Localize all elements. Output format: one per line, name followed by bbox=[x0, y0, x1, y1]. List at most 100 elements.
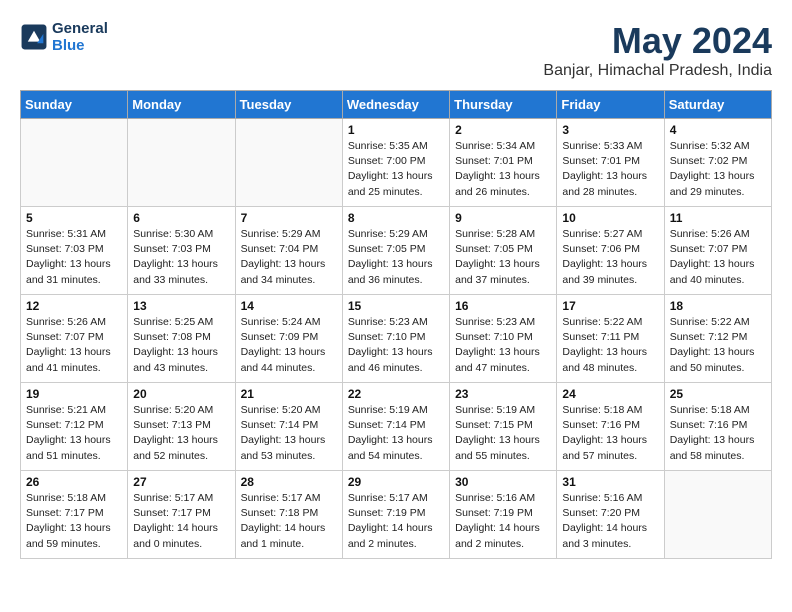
month-title: May 2024 bbox=[543, 20, 772, 62]
day-number: 10 bbox=[562, 211, 658, 225]
day-number: 7 bbox=[241, 211, 337, 225]
day-number: 31 bbox=[562, 475, 658, 489]
day-number: 16 bbox=[455, 299, 551, 313]
day-number: 23 bbox=[455, 387, 551, 401]
day-number: 8 bbox=[348, 211, 444, 225]
calendar-cell: 29 Sunrise: 5:17 AMSunset: 7:19 PMDayligh… bbox=[342, 471, 449, 559]
weekday-header-cell: Friday bbox=[557, 91, 664, 119]
logo: General Blue bbox=[20, 20, 108, 54]
day-info: Sunrise: 5:16 AMSunset: 7:20 PMDaylight:… bbox=[562, 491, 658, 552]
day-number: 18 bbox=[670, 299, 766, 313]
calendar-cell: 9 Sunrise: 5:28 AMSunset: 7:05 PMDaylight… bbox=[450, 207, 557, 295]
weekday-header-cell: Tuesday bbox=[235, 91, 342, 119]
day-info: Sunrise: 5:29 AMSunset: 7:05 PMDaylight:… bbox=[348, 227, 444, 288]
title-block: May 2024 Banjar, Himachal Pradesh, India bbox=[543, 20, 772, 80]
day-number: 6 bbox=[133, 211, 229, 225]
day-info: Sunrise: 5:32 AMSunset: 7:02 PMDaylight:… bbox=[670, 139, 766, 200]
calendar-cell: 2Sunrise: 5:34 AMSunset: 7:01 PMDaylight… bbox=[450, 119, 557, 207]
day-number: 19 bbox=[26, 387, 122, 401]
calendar-cell: 18 Sunrise: 5:22 AMSunset: 7:12 PMDayligh… bbox=[664, 295, 771, 383]
calendar-row: 5Sunrise: 5:31 AMSunset: 7:03 PMDaylight… bbox=[21, 207, 772, 295]
day-info: Sunrise: 5:17 AMSunset: 7:19 PMDaylight:… bbox=[348, 491, 444, 552]
day-number: 15 bbox=[348, 299, 444, 313]
day-info: Sunrise: 5:26 AMSunset: 7:07 PMDaylight:… bbox=[670, 227, 766, 288]
calendar-cell: 23 Sunrise: 5:19 AMSunset: 7:15 PMDayligh… bbox=[450, 383, 557, 471]
calendar-row: 12 Sunrise: 5:26 AMSunset: 7:07 PMDayligh… bbox=[21, 295, 772, 383]
weekday-header-cell: Thursday bbox=[450, 91, 557, 119]
day-info: Sunrise: 5:30 AMSunset: 7:03 PMDaylight:… bbox=[133, 227, 229, 288]
calendar-cell bbox=[235, 119, 342, 207]
calendar-cell: 17 Sunrise: 5:22 AMSunset: 7:11 PMDayligh… bbox=[557, 295, 664, 383]
day-info: Sunrise: 5:17 AMSunset: 7:18 PMDaylight:… bbox=[241, 491, 337, 552]
calendar-body: 1Sunrise: 5:35 AMSunset: 7:00 PMDaylight… bbox=[21, 119, 772, 559]
day-info: Sunrise: 5:18 AMSunset: 7:17 PMDaylight:… bbox=[26, 491, 122, 552]
day-info: Sunrise: 5:19 AMSunset: 7:15 PMDaylight:… bbox=[455, 403, 551, 464]
day-info: Sunrise: 5:29 AMSunset: 7:04 PMDaylight:… bbox=[241, 227, 337, 288]
logo-icon bbox=[20, 23, 48, 51]
weekday-header-cell: Sunday bbox=[21, 91, 128, 119]
day-info: Sunrise: 5:27 AMSunset: 7:06 PMDaylight:… bbox=[562, 227, 658, 288]
day-info: Sunrise: 5:25 AMSunset: 7:08 PMDaylight:… bbox=[133, 315, 229, 376]
weekday-header-cell: Saturday bbox=[664, 91, 771, 119]
day-number: 28 bbox=[241, 475, 337, 489]
weekday-header-cell: Monday bbox=[128, 91, 235, 119]
day-info: Sunrise: 5:31 AMSunset: 7:03 PMDaylight:… bbox=[26, 227, 122, 288]
day-number: 26 bbox=[26, 475, 122, 489]
calendar-cell: 13Sunrise: 5:25 AMSunset: 7:08 PMDayligh… bbox=[128, 295, 235, 383]
day-number: 11 bbox=[670, 211, 766, 225]
calendar-cell: 20Sunrise: 5:20 AMSunset: 7:13 PMDayligh… bbox=[128, 383, 235, 471]
calendar-cell: 10 Sunrise: 5:27 AMSunset: 7:06 PMDayligh… bbox=[557, 207, 664, 295]
calendar-cell: 3Sunrise: 5:33 AMSunset: 7:01 PMDaylight… bbox=[557, 119, 664, 207]
page-header: General Blue May 2024 Banjar, Himachal P… bbox=[20, 20, 772, 80]
day-number: 22 bbox=[348, 387, 444, 401]
day-info: Sunrise: 5:20 AMSunset: 7:13 PMDaylight:… bbox=[133, 403, 229, 464]
day-info: Sunrise: 5:19 AMSunset: 7:14 PMDaylight:… bbox=[348, 403, 444, 464]
calendar-cell: 21Sunrise: 5:20 AMSunset: 7:14 PMDayligh… bbox=[235, 383, 342, 471]
calendar-cell: 30Sunrise: 5:16 AMSunset: 7:19 PMDayligh… bbox=[450, 471, 557, 559]
calendar-cell: 16 Sunrise: 5:23 AMSunset: 7:10 PMDayligh… bbox=[450, 295, 557, 383]
day-number: 17 bbox=[562, 299, 658, 313]
day-number: 1 bbox=[348, 123, 444, 137]
calendar-table: SundayMondayTuesdayWednesdayThursdayFrid… bbox=[20, 90, 772, 559]
day-info: Sunrise: 5:26 AMSunset: 7:07 PMDaylight:… bbox=[26, 315, 122, 376]
calendar-cell: 19 Sunrise: 5:21 AMSunset: 7:12 PMDayligh… bbox=[21, 383, 128, 471]
day-info: Sunrise: 5:16 AMSunset: 7:19 PMDaylight:… bbox=[455, 491, 551, 552]
calendar-cell: 7 Sunrise: 5:29 AMSunset: 7:04 PMDaylight… bbox=[235, 207, 342, 295]
calendar-cell: 26 Sunrise: 5:18 AMSunset: 7:17 PMDayligh… bbox=[21, 471, 128, 559]
day-info: Sunrise: 5:24 AMSunset: 7:09 PMDaylight:… bbox=[241, 315, 337, 376]
calendar-cell: 14 Sunrise: 5:24 AMSunset: 7:09 PMDayligh… bbox=[235, 295, 342, 383]
day-number: 14 bbox=[241, 299, 337, 313]
calendar-cell: 28 Sunrise: 5:17 AMSunset: 7:18 PMDayligh… bbox=[235, 471, 342, 559]
calendar-cell: 15Sunrise: 5:23 AMSunset: 7:10 PMDayligh… bbox=[342, 295, 449, 383]
day-number: 25 bbox=[670, 387, 766, 401]
day-number: 24 bbox=[562, 387, 658, 401]
day-number: 2 bbox=[455, 123, 551, 137]
day-info: Sunrise: 5:23 AMSunset: 7:10 PMDaylight:… bbox=[455, 315, 551, 376]
calendar-cell: 25Sunrise: 5:18 AMSunset: 7:16 PMDayligh… bbox=[664, 383, 771, 471]
day-number: 12 bbox=[26, 299, 122, 313]
calendar-row: 1Sunrise: 5:35 AMSunset: 7:00 PMDaylight… bbox=[21, 119, 772, 207]
day-info: Sunrise: 5:18 AMSunset: 7:16 PMDaylight:… bbox=[562, 403, 658, 464]
calendar-cell: 4 Sunrise: 5:32 AMSunset: 7:02 PMDaylight… bbox=[664, 119, 771, 207]
day-number: 4 bbox=[670, 123, 766, 137]
weekday-header-cell: Wednesday bbox=[342, 91, 449, 119]
calendar-cell: 24 Sunrise: 5:18 AMSunset: 7:16 PMDayligh… bbox=[557, 383, 664, 471]
day-info: Sunrise: 5:20 AMSunset: 7:14 PMDaylight:… bbox=[241, 403, 337, 464]
day-info: Sunrise: 5:21 AMSunset: 7:12 PMDaylight:… bbox=[26, 403, 122, 464]
calendar-cell bbox=[21, 119, 128, 207]
calendar-cell: 11 Sunrise: 5:26 AMSunset: 7:07 PMDayligh… bbox=[664, 207, 771, 295]
logo-text: General Blue bbox=[52, 20, 108, 54]
calendar-cell: 22 Sunrise: 5:19 AMSunset: 7:14 PMDayligh… bbox=[342, 383, 449, 471]
location-title: Banjar, Himachal Pradesh, India bbox=[543, 62, 772, 80]
calendar-row: 26 Sunrise: 5:18 AMSunset: 7:17 PMDayligh… bbox=[21, 471, 772, 559]
day-number: 27 bbox=[133, 475, 229, 489]
calendar-cell bbox=[128, 119, 235, 207]
day-info: Sunrise: 5:33 AMSunset: 7:01 PMDaylight:… bbox=[562, 139, 658, 200]
day-number: 9 bbox=[455, 211, 551, 225]
day-info: Sunrise: 5:28 AMSunset: 7:05 PMDaylight:… bbox=[455, 227, 551, 288]
calendar-cell: 6 Sunrise: 5:30 AMSunset: 7:03 PMDaylight… bbox=[128, 207, 235, 295]
day-number: 29 bbox=[348, 475, 444, 489]
day-info: Sunrise: 5:22 AMSunset: 7:12 PMDaylight:… bbox=[670, 315, 766, 376]
day-info: Sunrise: 5:22 AMSunset: 7:11 PMDaylight:… bbox=[562, 315, 658, 376]
calendar-cell: 8 Sunrise: 5:29 AMSunset: 7:05 PMDaylight… bbox=[342, 207, 449, 295]
